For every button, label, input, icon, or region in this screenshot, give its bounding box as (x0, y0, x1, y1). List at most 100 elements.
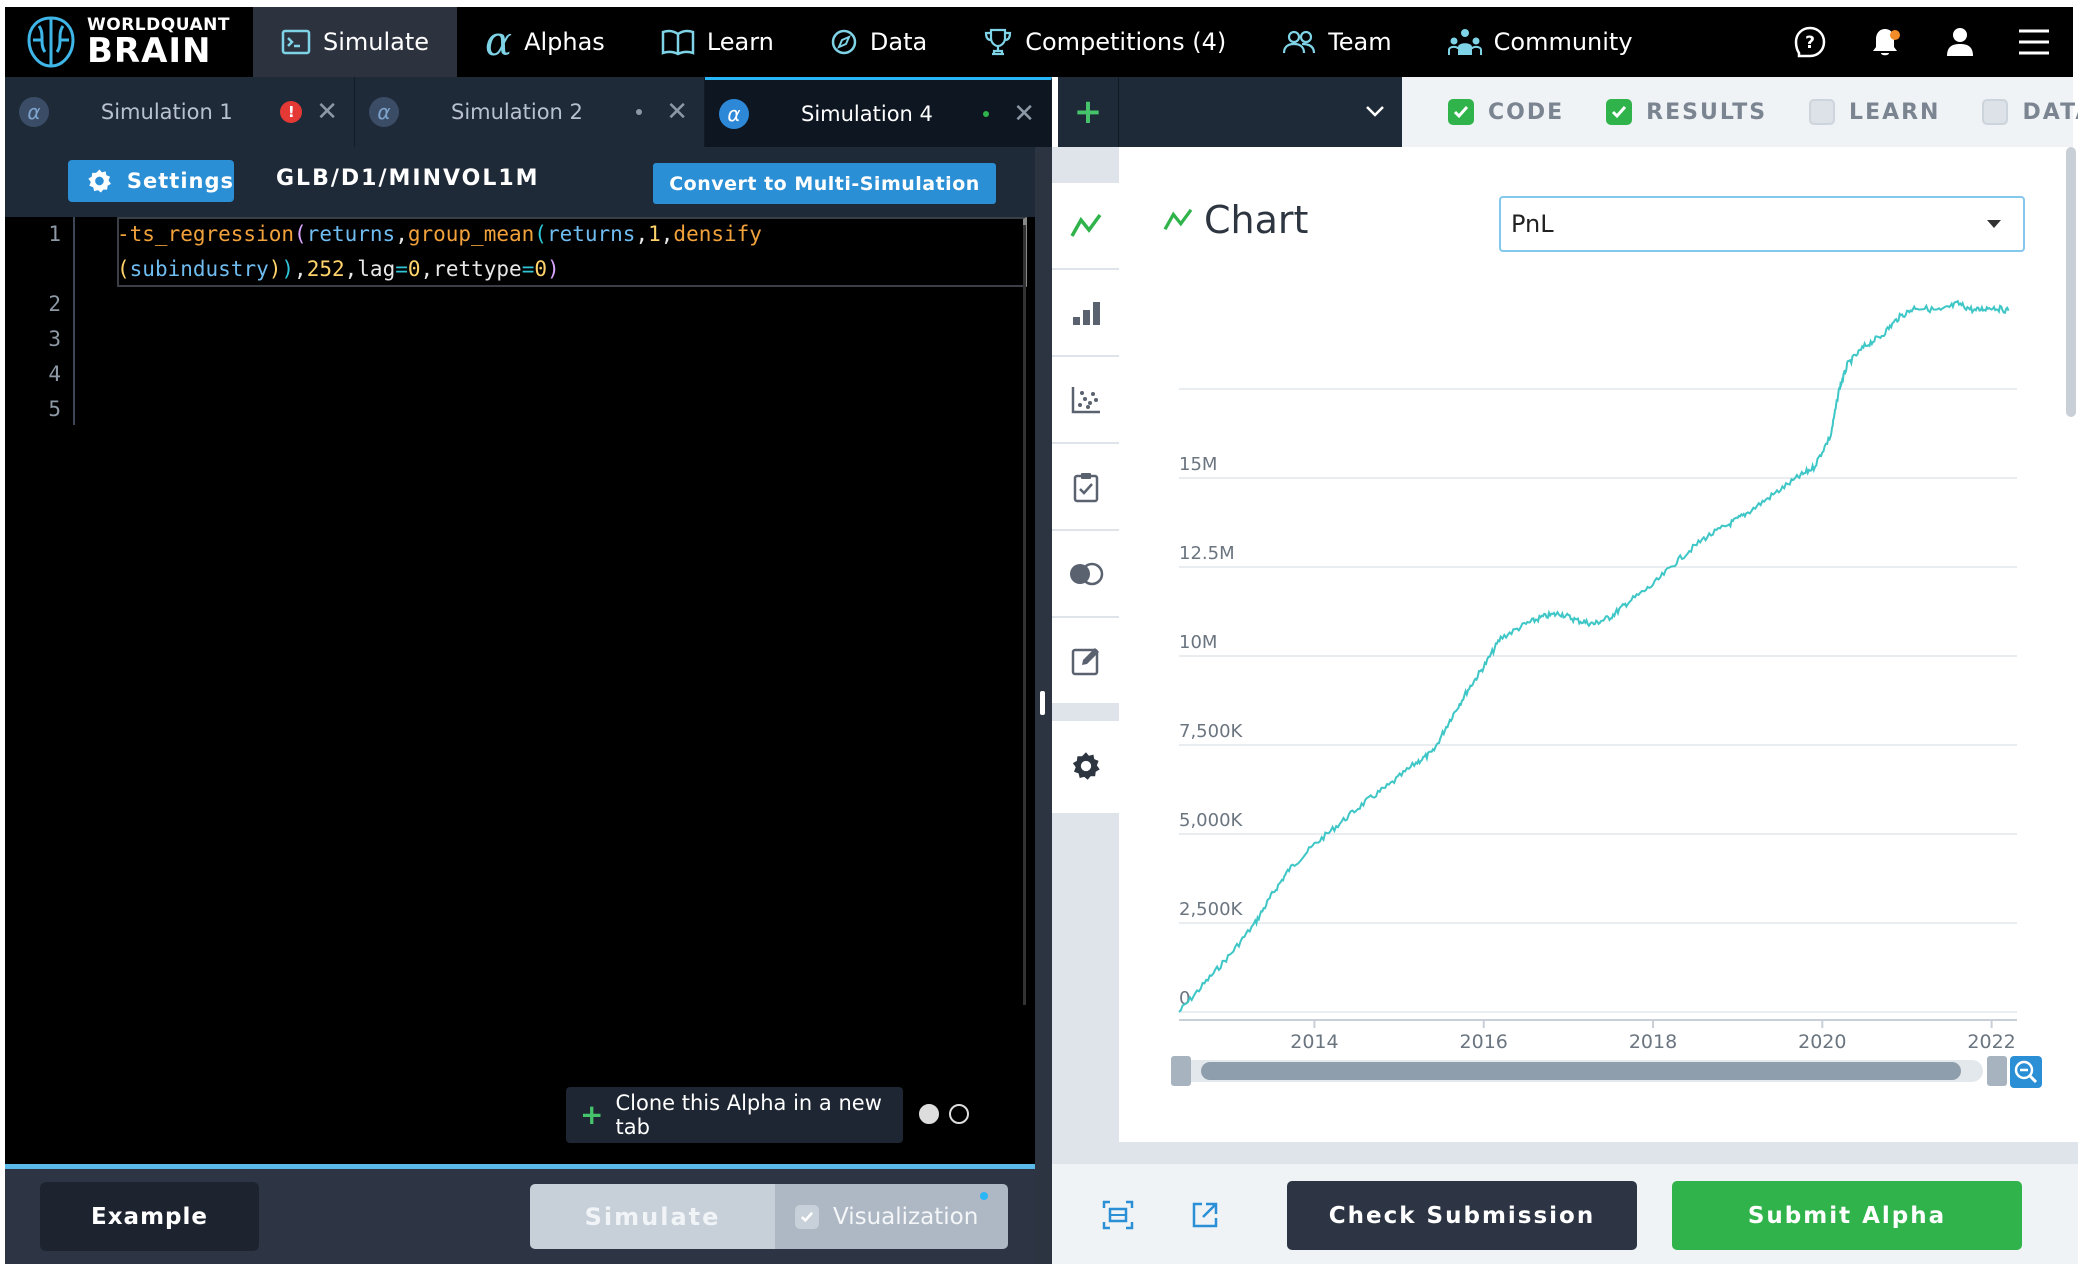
y-tick-label: 12.5M (1179, 543, 1235, 564)
panel-splitter[interactable] (1035, 147, 1052, 1264)
visualization-label: Visualization (833, 1203, 979, 1230)
pnl-chart[interactable]: 02,500K5,000K7,500K10M12.5M15M2014 2016 20… (1119, 260, 2078, 1100)
gear-icon (88, 169, 111, 193)
submit-alpha-button[interactable]: Submit Alpha (1672, 1181, 2022, 1250)
sidebar-item-notes[interactable] (1052, 618, 1119, 705)
view-switcher (919, 1104, 969, 1124)
notification-bell-icon[interactable] (1869, 25, 1903, 59)
sidebar-item-checklist[interactable] (1052, 444, 1119, 531)
nav-learn-label: Learn (706, 28, 774, 56)
sidebar-item-settings[interactable] (1052, 721, 1119, 811)
sidebar-item-chart[interactable] (1052, 183, 1119, 270)
close-tab-icon[interactable]: ✕ (1013, 99, 1035, 129)
top-nav: WORLDQUANT BRAIN Simulate α Alphas Learn… (5, 7, 2073, 77)
settings-label: Settings (126, 169, 234, 193)
toggle-results[interactable]: RESULTS (1606, 99, 1767, 125)
tab-simulation-2[interactable]: α Simulation 2 ✕ (355, 77, 705, 147)
nav-data[interactable]: Data (802, 7, 955, 77)
alpha-icon: α (369, 97, 399, 127)
terminal-icon (281, 29, 311, 55)
x-tick-label: 2014 (1290, 1031, 1338, 1053)
tab-simulation-1[interactable]: α Simulation 1 ! ✕ (5, 77, 355, 147)
nav-team[interactable]: Team (1254, 7, 1419, 77)
settings-button[interactable]: Settings (68, 160, 234, 202)
nav-team-label: Team (1328, 28, 1392, 56)
y-tick-label: 15M (1179, 454, 1217, 475)
nav-alphas[interactable]: α Alphas (457, 7, 633, 77)
nav-competitions[interactable]: Competitions (4) (955, 7, 1254, 77)
line-chart-icon (1163, 208, 1193, 231)
compass-icon (831, 29, 857, 55)
editor-scrollbar[interactable] (1023, 225, 1026, 1005)
results-scrollbar[interactable] (2066, 147, 2076, 417)
tab-simulation-2-label: Simulation 2 (451, 100, 583, 124)
tab-simulation-1-label: Simulation 1 (100, 100, 233, 124)
code-editor[interactable]: 1 2 3 4 5 -ts_regression(returns,group_m… (5, 217, 1035, 1164)
results-sidebar (1052, 183, 1119, 813)
x-tick-label: 2018 (1629, 1031, 1677, 1053)
line-numbers: 1 2 3 4 5 (5, 217, 71, 427)
trophy-icon (985, 28, 1012, 56)
simulation-settings-path: GLB/D1/MINVOL1M (276, 166, 540, 191)
range-slider-window[interactable] (1201, 1062, 1961, 1080)
example-button[interactable]: Example (40, 1182, 259, 1251)
alpha-icon: α (719, 98, 749, 129)
sidebar-item-scatter[interactable] (1052, 357, 1119, 444)
visualization-toggle[interactable]: Visualization (775, 1184, 1008, 1249)
panel-toggles: CODE RESULTS LEARN DATA (1402, 77, 2078, 147)
add-tab-button[interactable]: + (1058, 77, 1118, 147)
simulate-button[interactable]: Simulate (530, 1184, 775, 1249)
toggle-learn[interactable]: LEARN (1809, 99, 1940, 125)
checkbox-checked-icon (795, 1204, 819, 1229)
clone-alpha-button[interactable]: + Clone this Alpha in a new tab (566, 1087, 903, 1143)
sidebar-item-stats[interactable] (1052, 270, 1119, 357)
clipboard-check-icon (1073, 472, 1098, 502)
chevron-down-icon (1366, 106, 1384, 117)
nav-competitions-label: Competitions (4) (1025, 28, 1227, 56)
view-radio-active[interactable] (919, 1104, 939, 1124)
nav-simulate[interactable]: Simulate (253, 7, 458, 77)
bar-chart-icon (1072, 301, 1100, 325)
checkbox-checked-icon (1448, 99, 1474, 125)
gear-icon (1072, 752, 1100, 780)
chart-heading: Chart (1162, 198, 1308, 242)
drag-handle-icon (1040, 691, 1045, 715)
correlation-icon (1069, 562, 1103, 585)
range-handle-left[interactable] (1171, 1056, 1191, 1086)
close-tab-icon[interactable]: ✕ (666, 97, 688, 127)
y-tick-label: 7,500K (1179, 721, 1244, 742)
line-number: 4 (48, 362, 61, 386)
nav-learn[interactable]: Learn (633, 7, 802, 77)
scatter-plot-icon (1071, 386, 1100, 413)
tab-simulation-4[interactable]: α Simulation 4 ✕ (705, 77, 1052, 147)
user-icon[interactable] (1945, 26, 1975, 58)
range-handle-right[interactable] (1987, 1056, 2007, 1086)
tab-dropdown[interactable] (1118, 77, 1402, 147)
y-tick-label: 5,000K (1179, 810, 1244, 831)
status-dot (636, 109, 643, 115)
status-dot (983, 110, 990, 117)
close-tab-icon[interactable]: ✕ (316, 97, 338, 127)
x-tick-label: 2020 (1798, 1031, 1846, 1053)
alpha-expression[interactable]: -ts_regression(returns,group_mean(return… (117, 217, 762, 287)
sidebar-item-correlation[interactable] (1052, 531, 1119, 618)
gutter-divider (73, 217, 75, 425)
alpha-icon: α (19, 97, 49, 127)
check-submission-button[interactable]: Check Submission (1287, 1181, 1637, 1250)
plus-icon: + (580, 1098, 604, 1131)
y-tick-label: 10M (1179, 632, 1217, 653)
chart-title: Chart (1204, 198, 1309, 242)
toggle-code[interactable]: CODE (1448, 99, 1564, 125)
nav-community[interactable]: Community (1420, 7, 1661, 77)
help-icon[interactable]: ? (1793, 25, 1827, 59)
external-link-icon[interactable] (1190, 1200, 1220, 1230)
tab-simulation-4-label: Simulation 4 (801, 101, 933, 126)
brand-logo[interactable]: WORLDQUANT BRAIN (5, 7, 253, 77)
chart-metric-select[interactable]: PnL (1499, 196, 2025, 252)
zoom-out-button[interactable] (2010, 1056, 2042, 1088)
menu-icon[interactable] (2017, 28, 2051, 56)
toggle-data[interactable]: DATA (1982, 99, 2078, 125)
convert-to-multi-simulation-button[interactable]: Convert to Multi-Simulation (653, 163, 996, 204)
screenshot-icon[interactable] (1102, 1200, 1134, 1230)
view-radio-inactive[interactable] (949, 1104, 969, 1124)
